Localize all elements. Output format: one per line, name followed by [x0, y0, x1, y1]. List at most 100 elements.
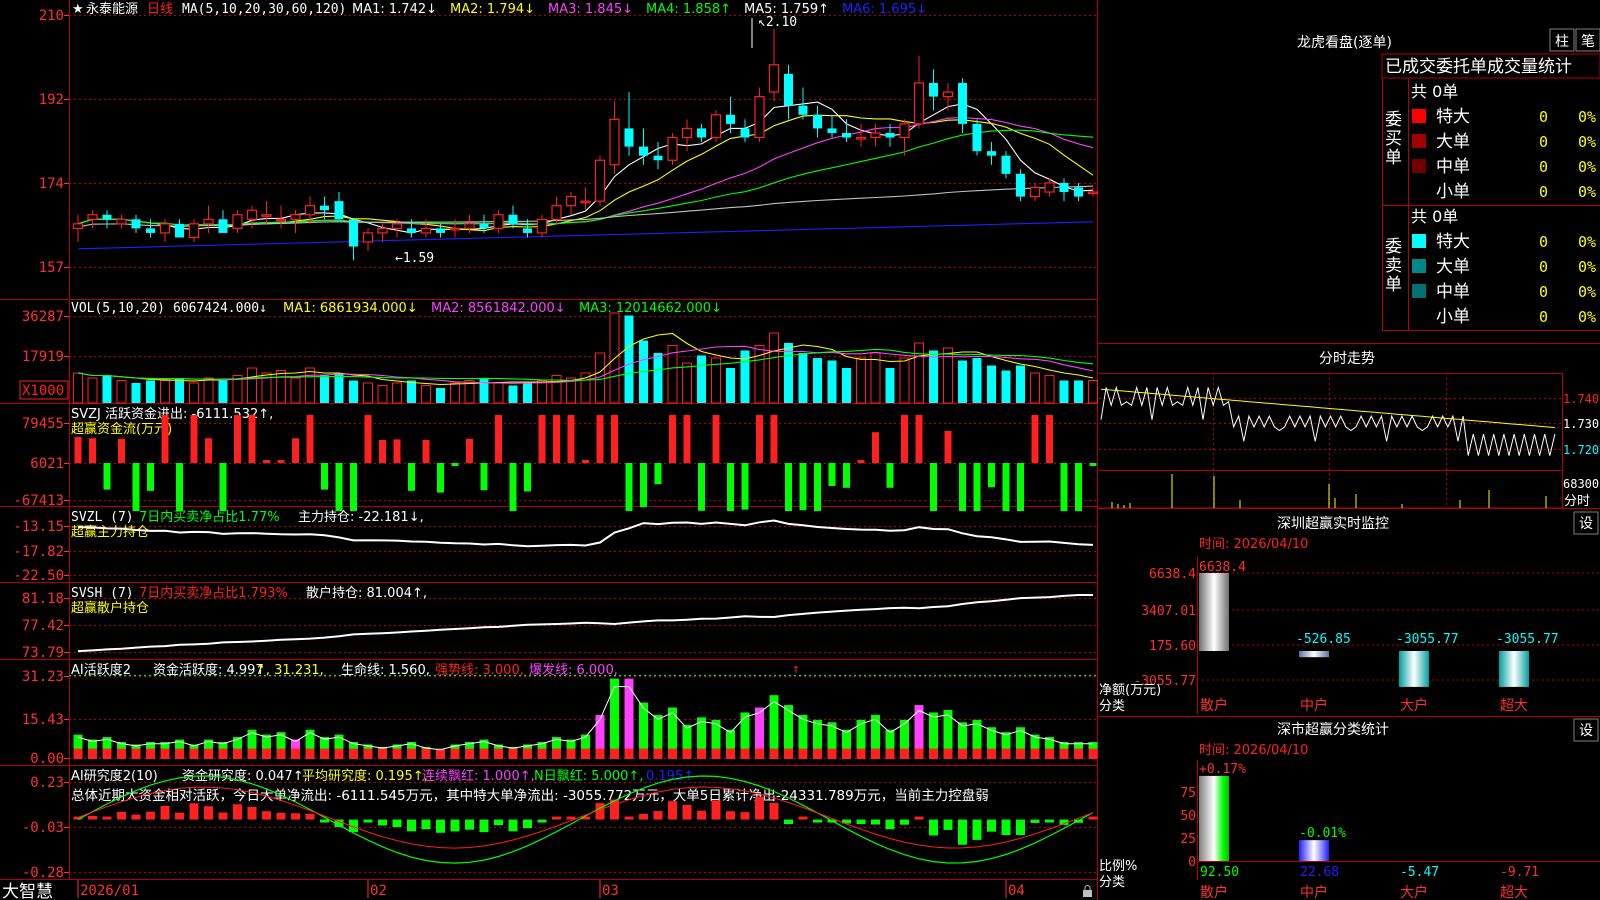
cls-cat: 散户 [1200, 884, 1228, 900]
order-pct: 0% [1578, 233, 1596, 251]
ai-active-base [653, 748, 663, 759]
stock-name[interactable]: 永泰能源 [86, 2, 138, 17]
ai-research-bar [407, 819, 416, 832]
ai-active-base [421, 748, 431, 759]
svzj-bar [857, 460, 865, 463]
candle-body [855, 136, 867, 140]
svzj-bar [1031, 415, 1039, 463]
ai-research-bar [204, 806, 213, 820]
volume-bar [73, 372, 83, 404]
cls-tick: 25 [1180, 832, 1196, 847]
svzj-bar [843, 463, 850, 488]
intraday-vol-label: 分时 [1564, 494, 1590, 509]
ai-research-bar [305, 813, 315, 820]
ai-research-bar [682, 804, 692, 820]
candle-body [827, 128, 837, 133]
candle-body [261, 214, 272, 217]
cls-tick: 0 [1188, 855, 1196, 870]
low-annotation: ←1.59 [395, 251, 434, 266]
svzj-bar [901, 415, 908, 463]
intraday-lines [1100, 385, 1556, 456]
intraday-tick-3: 1.720 [1563, 443, 1599, 457]
ai-active-base [88, 748, 97, 759]
volume-bar [653, 353, 663, 403]
ai-active-base [204, 748, 213, 759]
ai-research-bar [784, 819, 793, 825]
candle-body [580, 200, 591, 204]
candle-body [609, 118, 620, 166]
vol-legend: MA1: 6861934.000↓ MA2: 8561842.000↓ MA3: 1… [283, 301, 722, 316]
ai-research-bar [479, 819, 489, 833]
candle-body [290, 214, 301, 220]
candle-body [146, 228, 155, 233]
candle-body [754, 96, 765, 139]
ai-active-base [972, 748, 982, 759]
ai-active-base [581, 748, 590, 759]
volume-bar [493, 382, 504, 404]
volume-bar [842, 368, 851, 403]
period-label[interactable]: 日线 [147, 2, 173, 17]
sell-group-label-char: 卖 [1385, 256, 1402, 276]
sz-bar-label: 6638.4 [1199, 560, 1246, 575]
volume-axis: 36287 17919 [22, 309, 69, 365]
svzj-bar [1075, 463, 1082, 511]
cls-tick: 75 [1180, 786, 1196, 801]
lock-icon[interactable] [1083, 885, 1092, 898]
ai-research-bar [1001, 819, 1011, 836]
volume-bar [856, 357, 866, 404]
ai-research-bar [363, 819, 373, 823]
svzj-bar [422, 440, 430, 463]
ai-research-ticks-label: -0.03 [22, 820, 64, 836]
volume-bar [827, 360, 837, 403]
intraday-chart[interactable] [1099, 373, 1563, 509]
ai-active-base [160, 748, 170, 759]
favorite-star-icon[interactable]: ★ [72, 2, 84, 17]
ai-active-base [262, 748, 271, 759]
ai-active-base [929, 748, 938, 759]
ai-research-bar [218, 812, 228, 820]
cls-cat: 超大 [1500, 885, 1528, 900]
ai-research-bar [740, 812, 750, 820]
svzj-bar [437, 463, 444, 493]
ai-research-bar [726, 811, 735, 820]
ai-active-base [798, 748, 808, 759]
ai-active-base [987, 748, 996, 759]
svzj-bar [132, 463, 140, 511]
ai-active-base [189, 748, 199, 759]
sz-bar [1499, 651, 1529, 687]
candle-body [493, 214, 504, 229]
svzj-bar [886, 463, 894, 488]
svzj-bar [393, 439, 401, 463]
ai-research-legend: 资金研究度: 0.047↑,平均研究度: 0.195↑,连续飘红: 1.000↑… [182, 768, 694, 784]
kline-ticks-label: 192 [39, 92, 64, 108]
svzj-bar [161, 415, 169, 463]
svzj-bar [277, 460, 285, 463]
sz-cat: 散户 [1200, 697, 1228, 714]
svzl-position: 主力持仓: -22.181↓, [298, 510, 424, 525]
intraday-title: 分时走势 [1319, 351, 1375, 367]
svzj-bar [103, 463, 111, 490]
ai-active-base [682, 748, 692, 759]
vol-items-item: MA2: 8561842.000↓ [431, 301, 566, 316]
vol-items-item: MA1: 6861934.000↓ [283, 301, 418, 316]
svzj-bar [915, 415, 923, 463]
ai-active-base [1045, 748, 1054, 759]
volume-bar [624, 315, 634, 403]
svsh-subtitle: 超赢散户持仓 [71, 600, 149, 616]
svzj-bar [321, 463, 328, 490]
order-pct: 0% [1578, 258, 1596, 276]
ai-active-base [885, 748, 895, 759]
ai-active-base [595, 748, 605, 759]
volume-bar [813, 358, 822, 403]
order-label: 大单 [1436, 257, 1470, 277]
cls-bar-bottom: -5.47 [1400, 865, 1439, 880]
ai-research-bar [653, 811, 663, 820]
ai-active-base [784, 748, 793, 759]
svzj-bar [944, 431, 952, 463]
ai-active-base [668, 748, 677, 759]
sz-tick: 6638.4 [1149, 567, 1196, 582]
order-pct: 0% [1578, 308, 1596, 326]
sz-cat: 中户 [1300, 697, 1328, 714]
order-label: 中单 [1436, 157, 1470, 177]
vol-unit[interactable]: X1000 [22, 383, 64, 399]
